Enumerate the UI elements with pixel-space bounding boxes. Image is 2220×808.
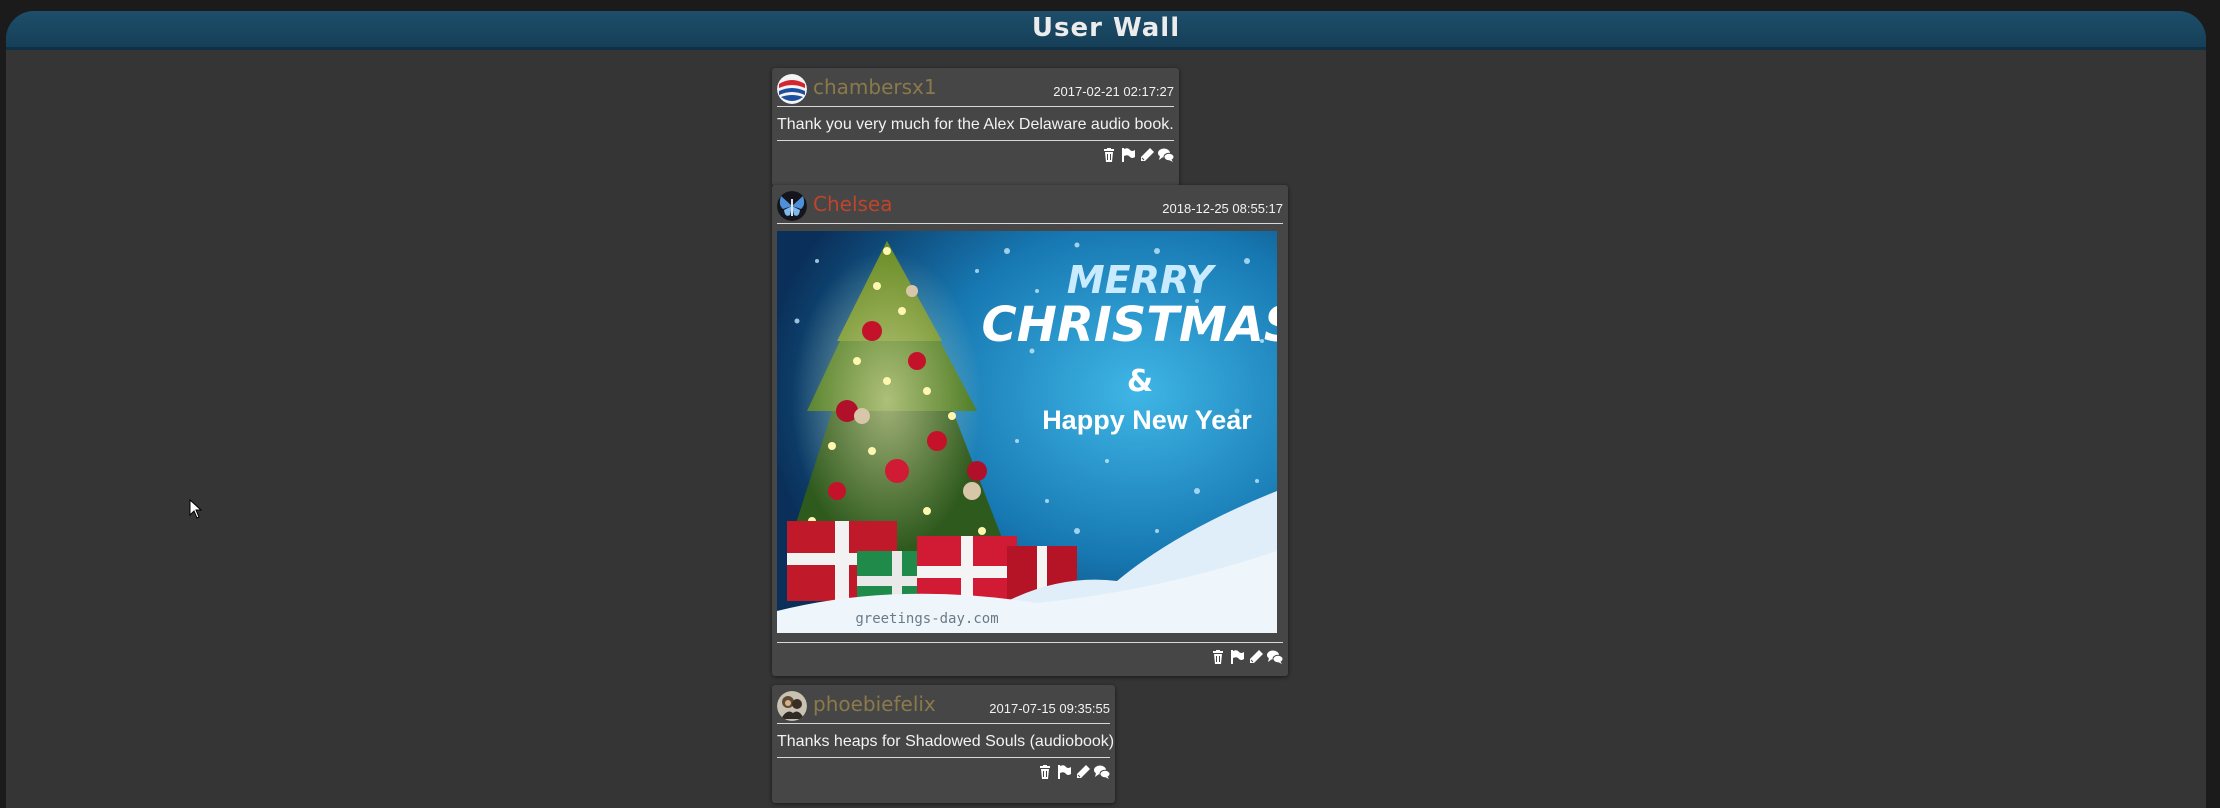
avatar[interactable] [777,74,807,104]
flag-icon[interactable] [1229,649,1245,665]
post-header: phoebiefelix 2017-07-15 09:35:55 [777,689,1110,724]
card-line-2: CHRISTMAS [981,297,1277,353]
post-text: Thanks heaps for Shadowed Souls (audiobo… [777,724,1114,758]
post-timestamp: 2017-02-21 02:17:27 [1053,84,1174,99]
pencil-icon[interactable] [1139,147,1155,163]
post-timestamp: 2017-07-15 09:35:55 [989,701,1110,716]
post-timestamp: 2018-12-25 08:55:17 [1162,201,1283,216]
post-image-christmas-card[interactable]: MERRY CHRISTMAS & Happy New Year greetin… [777,231,1283,643]
card-watermark: greetings-day.com [855,611,998,627]
trash-icon[interactable] [1101,147,1117,163]
user-wall-panel: User Wall chambersx1 2017-02-21 02:17:27… [6,11,2206,808]
flag-icon[interactable] [1120,147,1136,163]
mouse-cursor-icon [189,498,203,524]
card-line-4: Happy New Year [1042,405,1252,435]
post-actions [777,141,1174,164]
flag-icon[interactable] [1056,764,1072,780]
card-line-1: MERRY [1067,258,1217,302]
wall-post: chambersx1 2017-02-21 02:17:27 Thank you… [772,68,1179,186]
post-header: chambersx1 2017-02-21 02:17:27 [777,72,1174,107]
pencil-icon[interactable] [1248,649,1264,665]
comments-icon[interactable] [1158,147,1174,163]
page-title: User Wall [6,11,2206,50]
post-text: Thank you very much for the Alex Delawar… [777,107,1174,141]
post-username[interactable]: chambersx1 [813,75,937,99]
avatar[interactable] [777,691,807,721]
avatar[interactable] [777,191,807,221]
comments-icon[interactable] [1267,649,1283,665]
trash-icon[interactable] [1210,649,1226,665]
post-username[interactable]: phoebiefelix [813,692,936,716]
post-header: Chelsea 2018-12-25 08:55:17 [777,189,1283,224]
post-actions [777,643,1283,666]
post-username[interactable]: Chelsea [813,192,892,216]
wall-post: Chelsea 2018-12-25 08:55:17 MERRY CHRIST… [772,185,1288,676]
trash-icon[interactable] [1037,764,1053,780]
card-line-3: & [1127,364,1153,399]
post-actions [777,758,1110,781]
pencil-icon[interactable] [1075,764,1091,780]
wall-post: phoebiefelix 2017-07-15 09:35:55 Thanks … [772,685,1115,803]
comments-icon[interactable] [1094,764,1110,780]
